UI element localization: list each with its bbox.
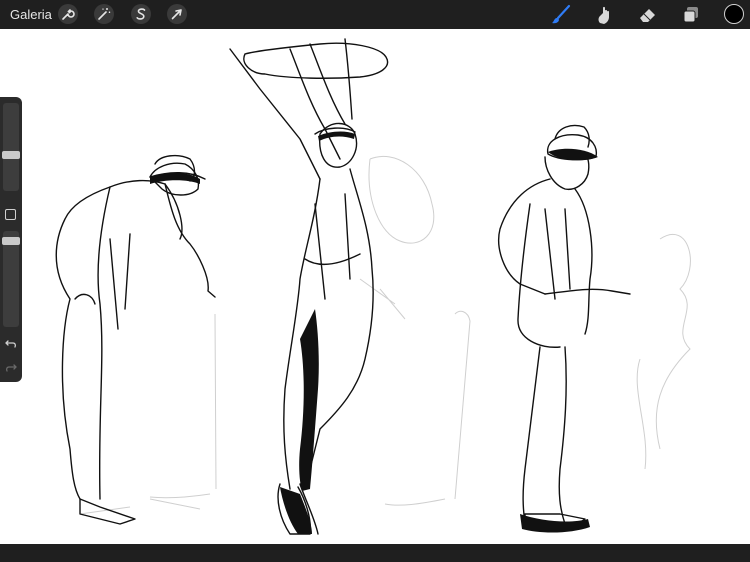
eraser-icon	[640, 9, 655, 22]
sketch-artwork	[55, 38, 691, 535]
wrench-icon	[62, 9, 75, 20]
color-picker-button[interactable]	[724, 4, 744, 24]
undo-icon[interactable]	[5, 337, 17, 349]
layers-button[interactable]	[680, 4, 702, 26]
selection-button[interactable]	[131, 4, 151, 24]
smudge-icon	[598, 6, 609, 24]
brush-icon	[552, 4, 571, 24]
selection-s-icon	[136, 8, 146, 20]
adjustments-button[interactable]	[94, 4, 114, 24]
opacity-slider[interactable]	[2, 231, 20, 327]
gallery-button[interactable]: Galeria	[10, 7, 52, 22]
left-sidebar	[0, 97, 22, 382]
drawing-canvas[interactable]	[0, 29, 750, 544]
magic-wand-icon	[98, 8, 111, 20]
transform-button[interactable]	[167, 4, 187, 24]
brush-tool[interactable]	[550, 4, 572, 26]
brush-size-handle[interactable]	[2, 151, 20, 159]
eraser-tool[interactable]	[637, 4, 659, 26]
bottom-bar	[0, 544, 750, 562]
square-modify-icon[interactable]	[5, 209, 16, 220]
layers-icon	[683, 7, 698, 23]
brush-size-slider[interactable]	[2, 103, 20, 191]
smudge-tool[interactable]	[593, 4, 615, 26]
arrow-cursor-icon	[171, 9, 182, 20]
top-toolbar: Galeria	[0, 0, 750, 29]
redo-icon[interactable]	[5, 361, 17, 373]
opacity-handle[interactable]	[2, 237, 20, 245]
actions-button[interactable]	[58, 4, 78, 24]
